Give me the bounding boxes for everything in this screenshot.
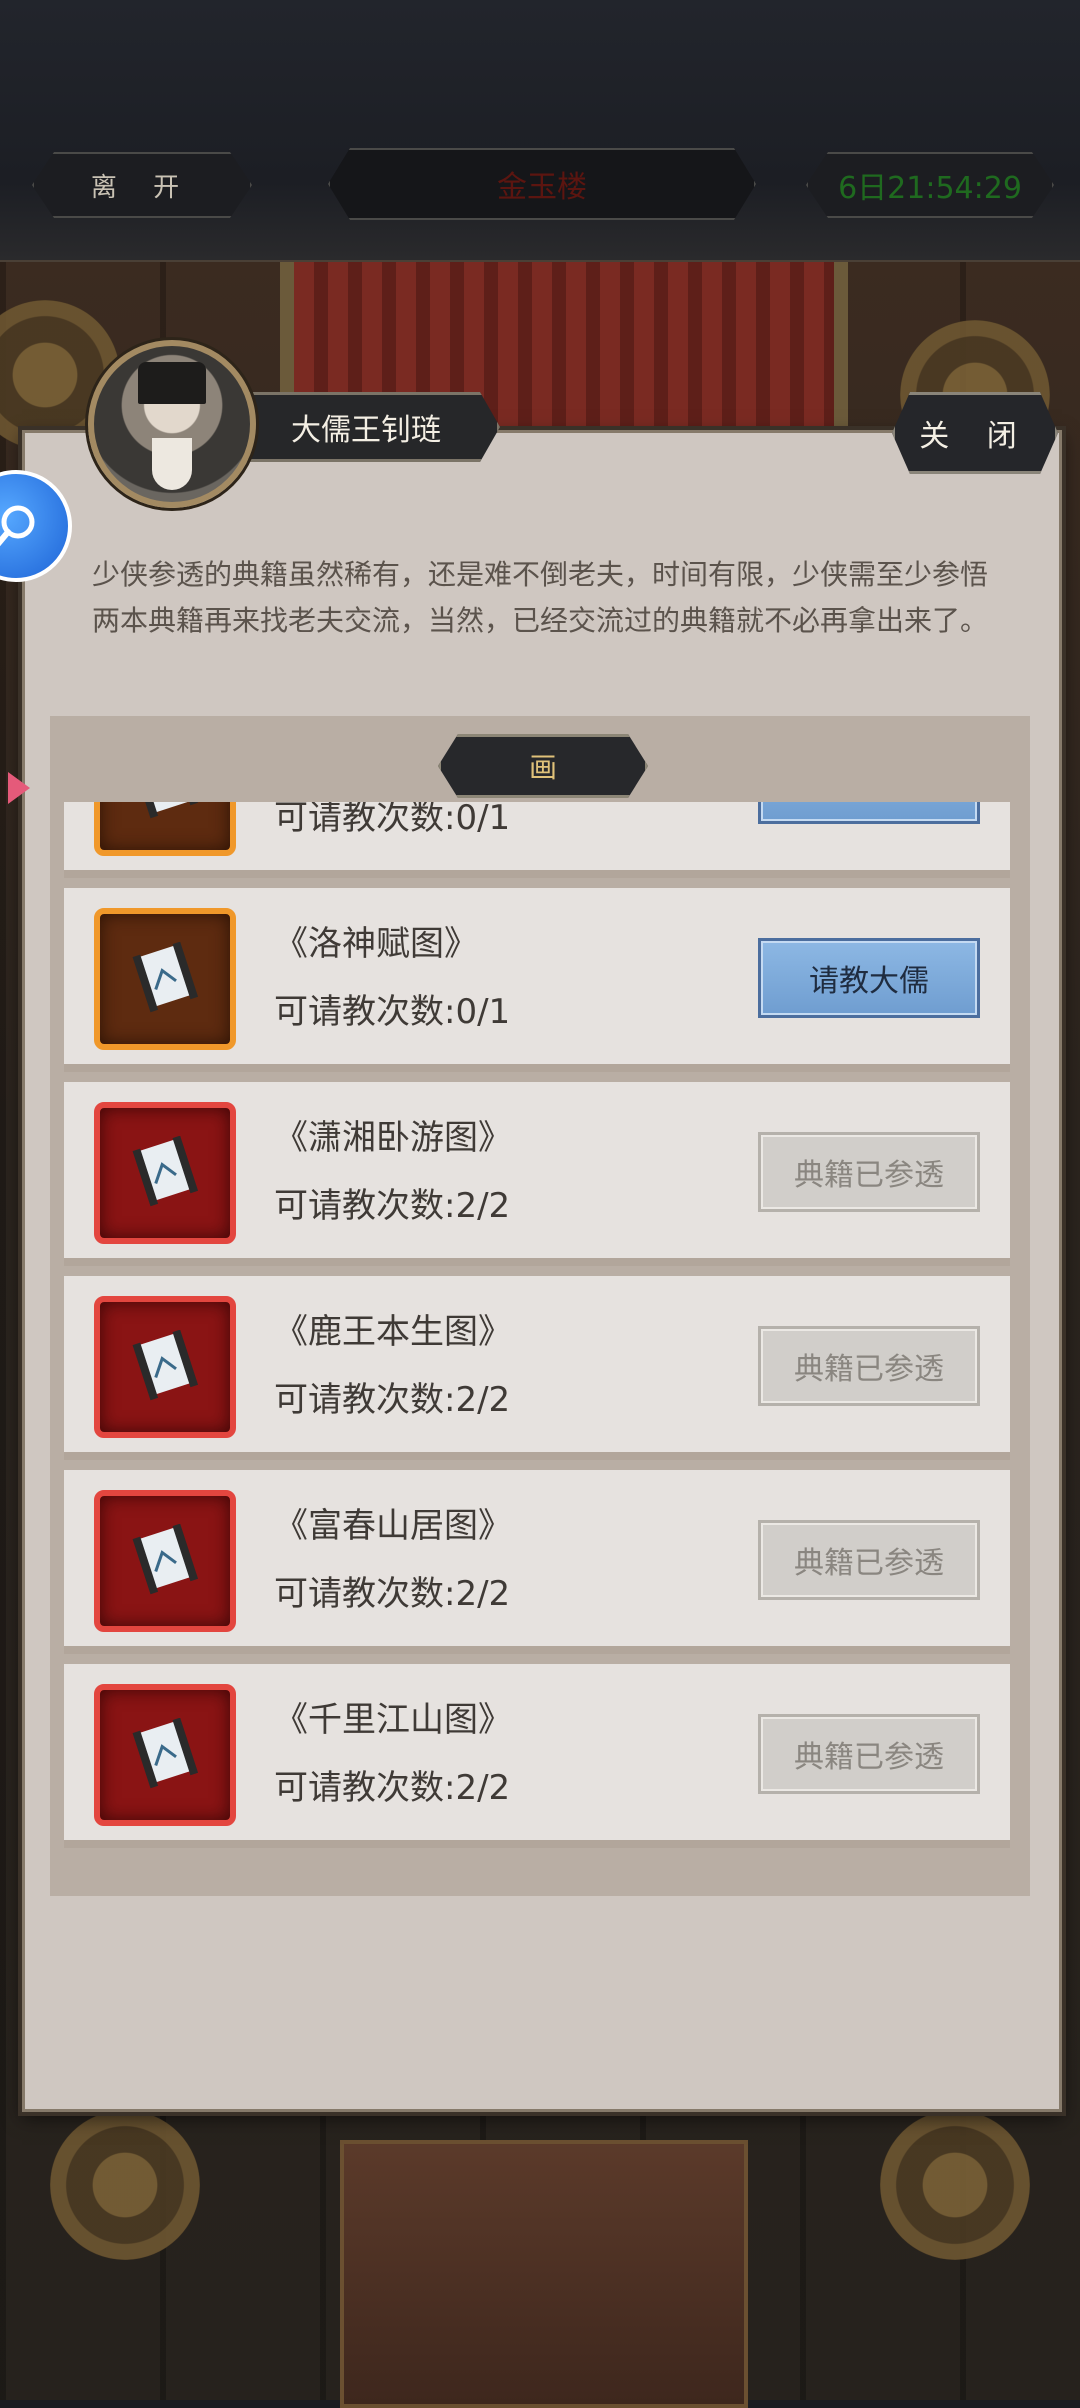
painting-scroll-icon — [94, 1684, 236, 1826]
consult-count: 可请教次数:2/2 — [274, 1768, 511, 1808]
book-mastered-button[interactable]: 典籍已参透 — [758, 1326, 980, 1406]
list-item: 《鹿王本生图》 可请教次数:2/2 典籍已参透 — [64, 1276, 1010, 1460]
book-mastered-button[interactable]: 典籍已参透 — [758, 1520, 980, 1600]
decor-wheel-bottom-right — [880, 2110, 1030, 2260]
painting-scroll-icon — [94, 1102, 236, 1244]
painting-scroll-icon — [94, 802, 236, 856]
leave-button[interactable]: 离 开 — [32, 152, 252, 218]
npc-message: 少侠参透的典籍虽然稀有，还是难不倒老夫，时间有限，少侠需至少参悟两本典籍再来找老… — [91, 558, 988, 637]
portrait-beard — [152, 438, 192, 490]
portrait-hat — [138, 362, 206, 404]
list-item: 《潇湘卧游图》 可请教次数:2/2 典籍已参透 — [64, 1082, 1010, 1266]
location-title: 金玉楼 — [328, 148, 756, 220]
list-item: 可请教次数:0/1 请教大儒 — [64, 802, 1010, 878]
book-title: 《潇湘卧游图》 — [274, 1118, 512, 1158]
consult-count: 可请教次数:2/2 — [274, 1380, 511, 1420]
consult-count: 可请教次数:0/1 — [274, 992, 511, 1032]
consult-count: 可请教次数:2/2 — [274, 1186, 511, 1226]
list-item: 《洛神赋图》 可请教次数:0/1 请教大儒 — [64, 888, 1010, 1072]
painting-scroll-icon — [94, 1490, 236, 1632]
book-list[interactable]: 可请教次数:0/1 请教大儒 《洛神赋图》 可请教次数:0/1 请教大儒 《潇湘… — [64, 802, 1010, 1866]
npc-name: 大儒王钊琏 — [232, 392, 500, 462]
decor-wheel-bottom-left — [50, 2110, 200, 2260]
category-tab-painting[interactable]: 画 — [438, 734, 648, 798]
consult-count: 可请教次数:2/2 — [274, 1574, 511, 1614]
book-title: 《鹿王本生图》 — [274, 1312, 512, 1352]
side-expand-arrow-icon[interactable] — [8, 772, 30, 804]
search-icon — [0, 505, 35, 547]
close-button[interactable]: 关 闭 — [892, 392, 1058, 474]
top-bar — [0, 0, 1080, 263]
painting-scroll-icon — [94, 1296, 236, 1438]
consult-scholar-button[interactable]: 请教大儒 — [758, 938, 980, 1018]
npc-portrait — [88, 340, 256, 508]
book-title: 《千里江山图》 — [274, 1700, 512, 1740]
consult-scholar-button[interactable]: 请教大儒 — [758, 802, 980, 824]
book-title: 《富春山居图》 — [274, 1506, 512, 1546]
painting-scroll-icon — [94, 908, 236, 1050]
book-title: 《洛神赋图》 — [274, 924, 478, 964]
consult-count: 可请教次数:0/1 — [274, 802, 511, 838]
list-item: 《千里江山图》 可请教次数:2/2 典籍已参透 — [64, 1664, 1010, 1848]
book-mastered-button[interactable]: 典籍已参透 — [758, 1714, 980, 1794]
book-mastered-button[interactable]: 典籍已参透 — [758, 1132, 980, 1212]
list-item: 《富春山居图》 可请教次数:2/2 典籍已参透 — [64, 1470, 1010, 1654]
countdown-timer: 6日21:54:29 — [806, 152, 1054, 218]
background-table — [340, 2140, 748, 2408]
